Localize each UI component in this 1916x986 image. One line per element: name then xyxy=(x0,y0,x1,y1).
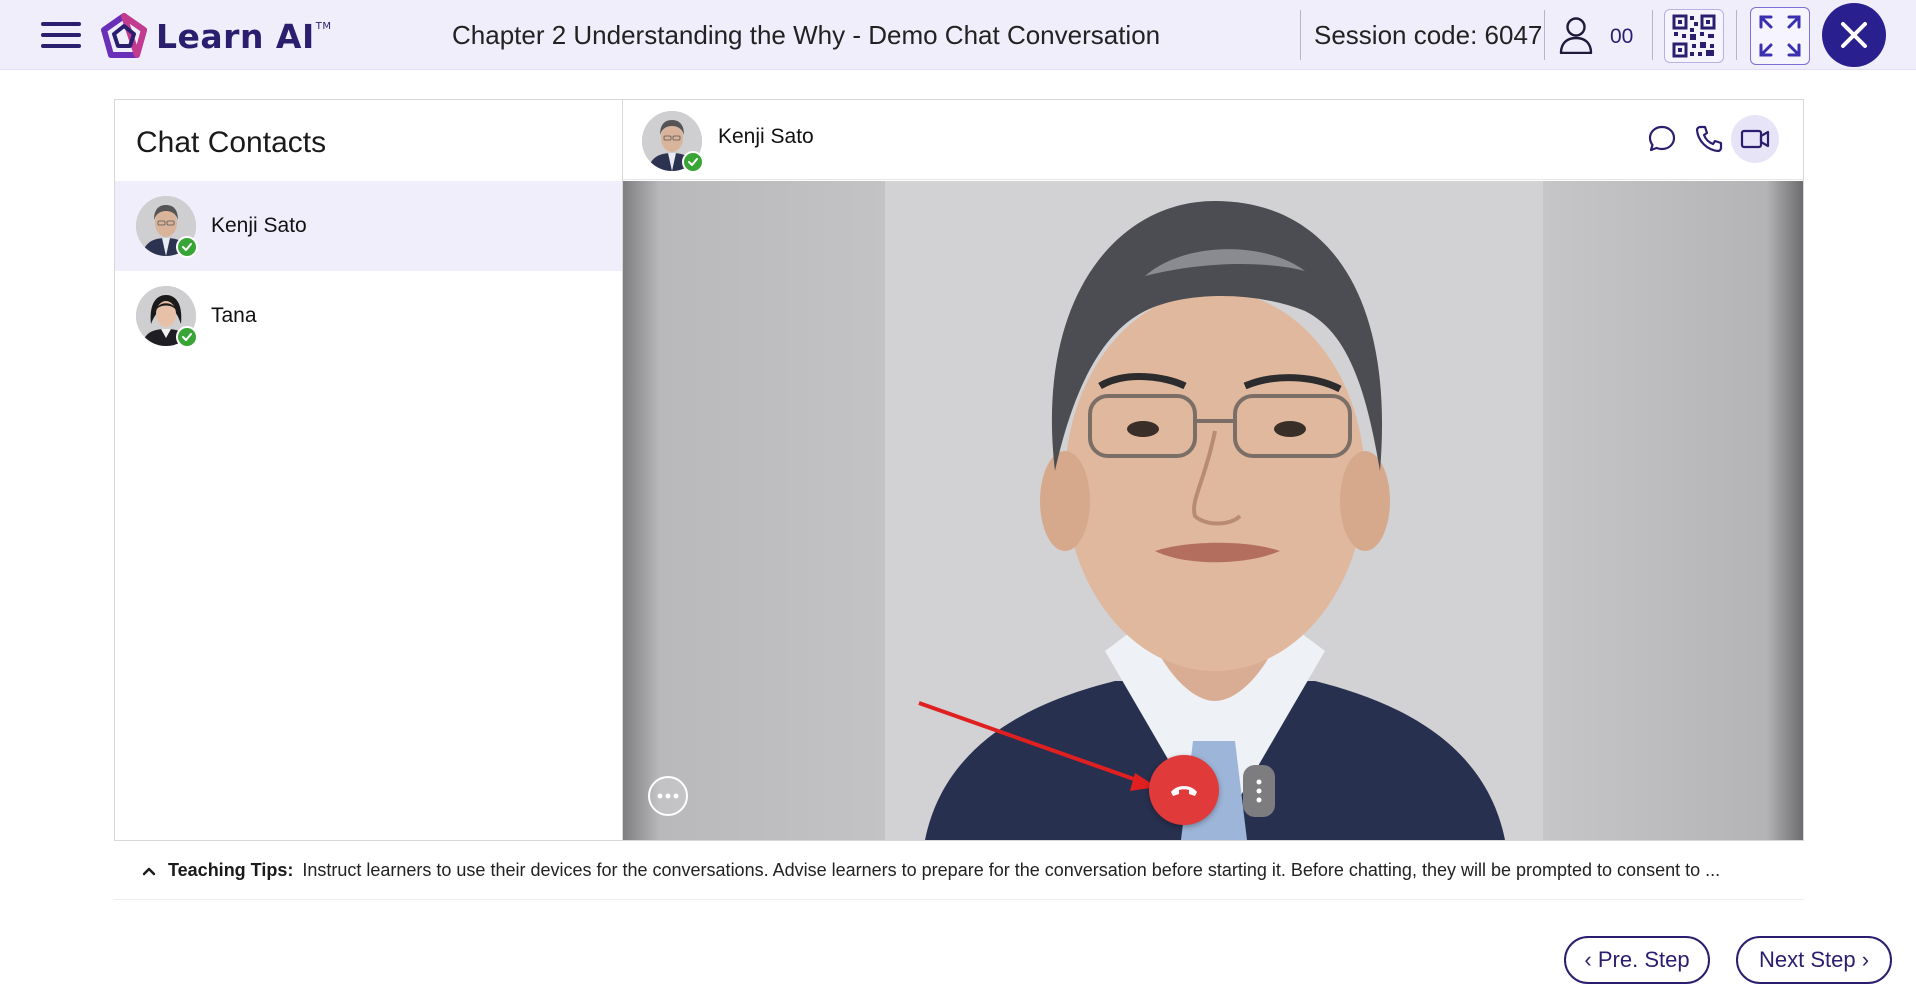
chat-panel: Chat Contacts Kenji Sato Tana Kenji Sato xyxy=(114,99,1804,841)
header-divider xyxy=(1736,10,1737,60)
contacts-sidebar: Chat Contacts Kenji Sato Tana xyxy=(115,100,623,840)
chat-area: Kenji Sato xyxy=(623,100,1803,840)
more-options-button[interactable] xyxy=(648,776,688,816)
contact-item-kenji-sato[interactable]: Kenji Sato xyxy=(115,181,622,271)
qr-code-button[interactable] xyxy=(1664,9,1724,63)
online-status-icon xyxy=(176,326,198,348)
expand-arrows-icon xyxy=(1759,15,1801,57)
end-call-icon xyxy=(1171,786,1197,796)
teaching-tips-label: Teaching Tips: xyxy=(168,860,294,880)
header-divider xyxy=(1544,10,1545,60)
online-status-icon xyxy=(176,236,198,258)
logo-text: Learn AITM xyxy=(156,16,332,56)
user-count: 00 xyxy=(1610,25,1634,48)
online-status-icon xyxy=(682,151,704,173)
avatar xyxy=(136,196,198,258)
contact-name: Kenji Sato xyxy=(211,214,307,237)
chat-mode-button[interactable] xyxy=(1641,118,1683,160)
video-blur-left xyxy=(623,181,885,840)
more-options-icon xyxy=(657,793,679,799)
end-call-button[interactable] xyxy=(1149,755,1219,825)
video-call-button[interactable] xyxy=(1731,115,1779,163)
user-icon xyxy=(1559,17,1593,54)
hamburger-menu-icon[interactable] xyxy=(38,17,86,53)
next-step-label: Next Step xyxy=(1758,947,1856,972)
logo-pentagon-icon xyxy=(101,13,147,58)
logo: Learn AITM xyxy=(100,13,332,59)
call-settings-button[interactable] xyxy=(1243,765,1275,817)
chat-header: Kenji Sato xyxy=(623,100,1803,180)
app-header: Learn AITM Chapter 2 Understanding the W… xyxy=(0,0,1916,70)
chat-contact-name: Kenji Sato xyxy=(718,125,814,148)
teaching-tips-bar: Teaching Tips: Instruct learners to use … xyxy=(114,842,1804,900)
video-blur-right xyxy=(1543,181,1803,840)
next-step-button[interactable]: Next Step › xyxy=(1736,936,1892,984)
session-code: Session code: 6047 xyxy=(1314,20,1543,50)
header-divider xyxy=(1652,10,1653,60)
phone-icon xyxy=(1695,125,1723,153)
close-button[interactable] xyxy=(1822,3,1886,67)
avatar xyxy=(642,111,704,173)
video-feed xyxy=(623,181,1803,840)
avatar xyxy=(136,286,198,348)
vertical-dots-icon xyxy=(1256,779,1262,803)
qr-code-icon xyxy=(1672,14,1716,58)
fullscreen-button[interactable] xyxy=(1750,7,1810,65)
contact-item-tana[interactable]: Tana xyxy=(115,271,622,361)
chevron-left-icon: ‹ xyxy=(1584,947,1592,972)
contact-name: Tana xyxy=(211,304,257,327)
remote-video xyxy=(885,181,1543,840)
teaching-tips-text: Instruct learners to use their devices f… xyxy=(302,860,1721,880)
video-camera-icon xyxy=(1740,129,1770,149)
chevron-right-icon: › xyxy=(1861,947,1870,972)
contacts-title: Chat Contacts xyxy=(136,126,327,159)
close-icon xyxy=(1841,22,1867,48)
chat-bubble-icon xyxy=(1648,125,1676,152)
header-divider xyxy=(1300,10,1301,60)
voice-call-button[interactable] xyxy=(1688,118,1730,160)
previous-step-label: Pre. Step xyxy=(1597,947,1690,972)
previous-step-button[interactable]: ‹ Pre. Step xyxy=(1564,936,1710,984)
page-title: Chapter 2 Understanding the Why - Demo C… xyxy=(452,20,1161,50)
chevron-up-icon[interactable] xyxy=(141,863,157,879)
